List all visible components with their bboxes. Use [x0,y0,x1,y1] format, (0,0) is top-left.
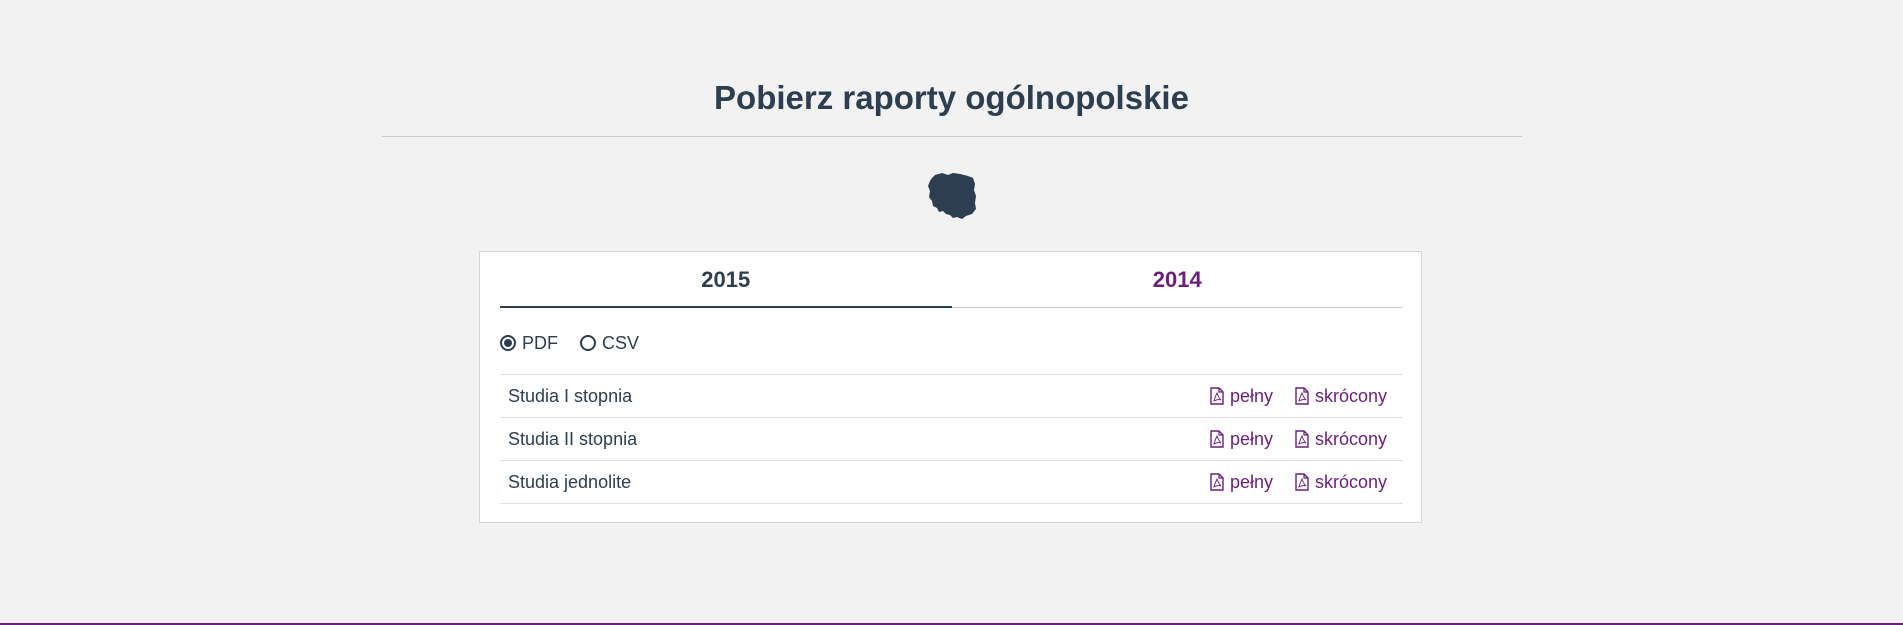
tab-2014[interactable]: 2014 [952,252,1404,307]
download-full-link[interactable]: pełny [1210,429,1273,450]
format-option-pdf[interactable]: PDF [500,333,558,354]
pdf-radio-label: PDF [522,332,558,353]
csv-radio[interactable] [580,335,596,351]
report-name: Studia II stopnia [508,428,638,449]
pdf-file-icon [1210,473,1224,491]
short-link-label: skrócony [1314,385,1387,406]
pdf-file-icon [1210,430,1224,448]
download-short-link[interactable]: skrócony [1295,429,1387,450]
report-table: Studia I stopnia pełny skrócony Studia I… [500,374,1403,504]
format-option-csv[interactable]: CSV [580,333,639,354]
full-link-label: pełny [1229,471,1273,492]
table-row: Studia jednolite pełny skrócony [500,461,1403,504]
report-links: pełny skrócony [1188,386,1387,407]
short-link-label: skrócony [1314,428,1387,449]
reports-panel: 2015 2014 PDF CSV Studia I stopnia pełny… [479,251,1422,523]
pdf-radio[interactable] [500,335,516,351]
page-title: Pobierz raporty ogólnopolskie [714,79,1189,116]
short-link-label: skrócony [1314,471,1387,492]
table-row: Studia II stopnia pełny skrócony [500,418,1403,461]
full-link-label: pełny [1229,385,1273,406]
year-tabs: 2015 2014 [500,252,1403,308]
table-row: Studia I stopnia pełny skrócony [500,375,1403,418]
pdf-file-icon [1295,473,1309,491]
title-divider [382,136,1522,137]
download-short-link[interactable]: skrócony [1295,386,1387,407]
report-links: pełny skrócony [1188,472,1387,493]
pdf-file-icon [1295,430,1309,448]
report-links: pełny skrócony [1188,429,1387,450]
download-full-link[interactable]: pełny [1210,386,1273,407]
full-link-label: pełny [1229,428,1273,449]
pdf-file-icon [1295,387,1309,405]
report-name: Studia I stopnia [508,385,633,406]
poland-map-icon [928,173,976,219]
download-full-link[interactable]: pełny [1210,472,1273,493]
download-short-link[interactable]: skrócony [1295,472,1387,493]
pdf-file-icon [1210,387,1224,405]
format-selector: PDF CSV [500,328,661,358]
csv-radio-label: CSV [602,332,640,353]
report-name: Studia jednolite [508,471,632,492]
tab-2015[interactable]: 2015 [500,252,952,308]
